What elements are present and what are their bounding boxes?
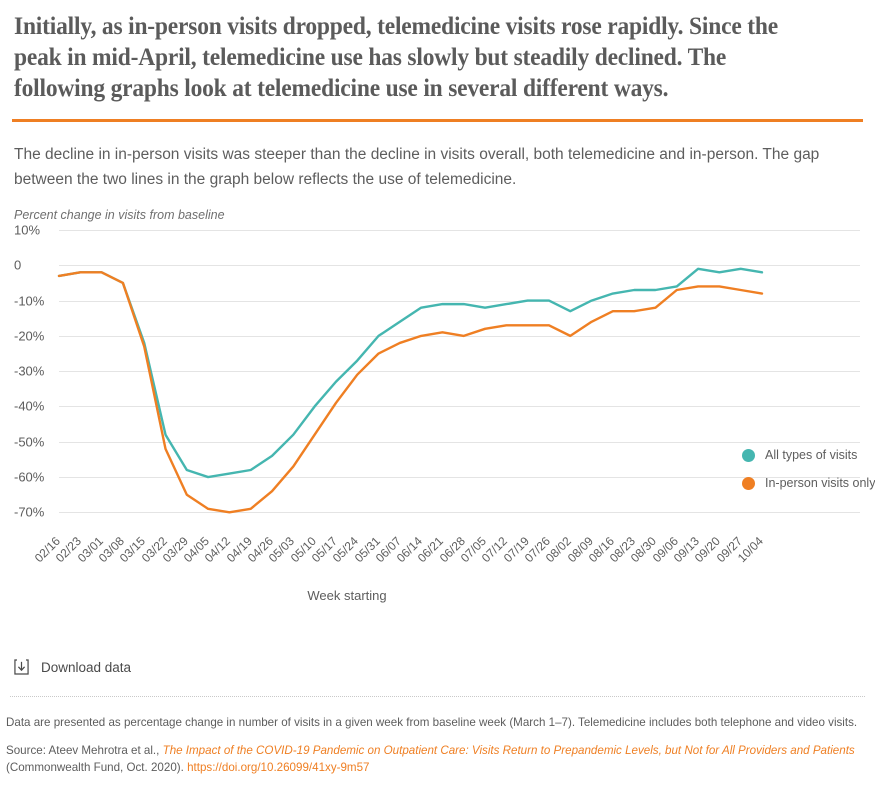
legend-item[interactable]: In-person visits only — [742, 476, 875, 490]
chart-container: Percent change in visits from baseline 1… — [0, 208, 875, 603]
source-prefix: Source: Ateev Mehrotra et al., — [6, 744, 163, 757]
source-title[interactable]: The Impact of the COVID-19 Pandemic on O… — [163, 744, 855, 757]
y-axis-title: Percent change in visits from baseline — [14, 208, 225, 222]
footnote-source: Source: Ateev Mehrotra et al., The Impac… — [6, 742, 869, 776]
page-title: Initially, as in-person visits dropped, … — [14, 11, 778, 102]
headline-section: Initially, as in-person visits dropped, … — [0, 0, 875, 103]
x-axis-title: Week starting — [307, 588, 387, 603]
x-axis: Week starting 02/16 02/23 03/01 03/08 03/15 0… — [14, 530, 860, 603]
chart-legend: All types of visits In-person visits only — [742, 448, 875, 504]
download-data-button[interactable]: Download data — [14, 659, 131, 675]
legend-label: In-person visits only — [765, 476, 875, 490]
line-series-layer — [57, 267, 764, 514]
legend-label: All types of visits — [765, 448, 858, 462]
source-doi-link[interactable]: https://doi.org/10.26099/41xy-9m57 — [187, 761, 369, 774]
line-series — [57, 271, 764, 514]
download-icon — [14, 659, 29, 675]
footnotes: Data are presented as percentage change … — [6, 714, 869, 776]
legend-color-swatch — [742, 476, 755, 490]
footer-divider — [10, 696, 865, 697]
legend-item[interactable]: All types of visits — [742, 448, 875, 462]
legend-color-swatch — [742, 448, 755, 462]
footnote-note: Data are presented as percentage change … — [6, 716, 858, 729]
download-data-label: Download data — [41, 659, 132, 675]
source-publisher: (Commonwealth Fund, Oct. 2020). — [6, 761, 188, 774]
chart-description: The decline in in-person visits was stee… — [14, 146, 820, 188]
plot-area: 10% 0 -10% -20% -30% -40% -50% -60% -70% — [14, 223, 860, 530]
